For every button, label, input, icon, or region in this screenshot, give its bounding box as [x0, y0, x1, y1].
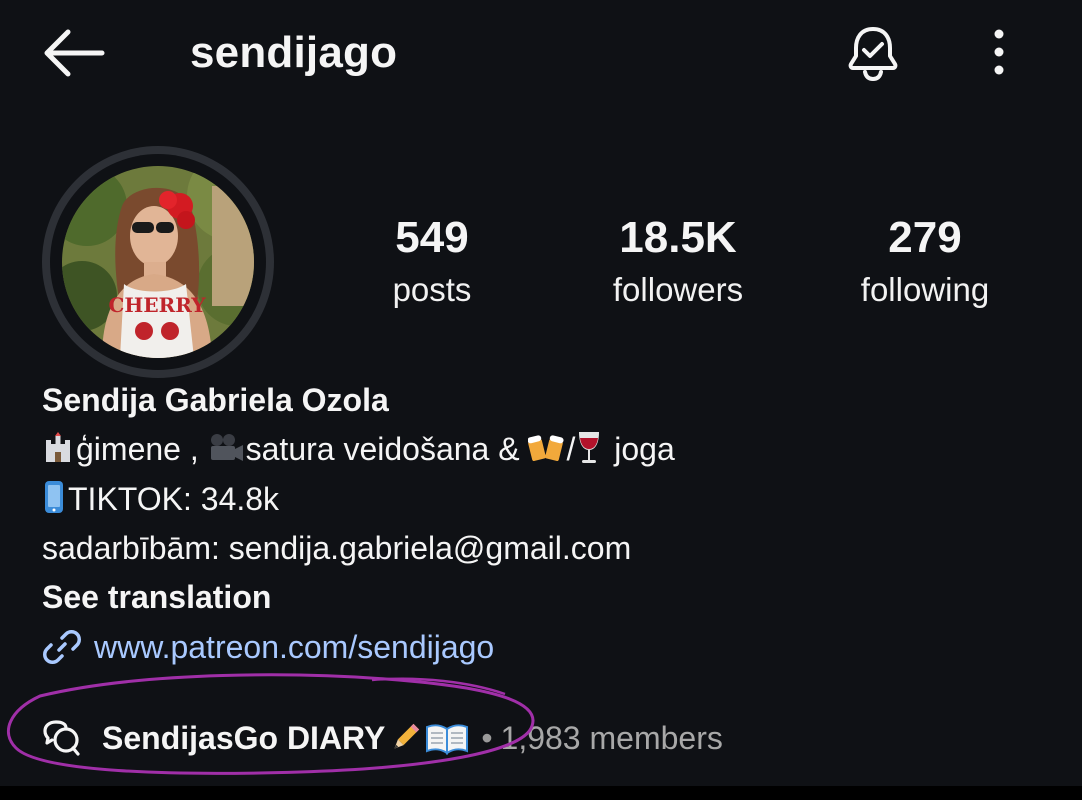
full-name: Sendija Gabriela Ozola [42, 382, 389, 418]
link-icon [43, 630, 81, 664]
link-url: www.patreon.com/sendijago [94, 629, 495, 665]
stat-posts[interactable]: 549 posts [312, 210, 552, 318]
clinking-beer-mugs-emoji-icon [528, 435, 565, 461]
bio-text: TIKTOK: 34.8k [68, 481, 280, 517]
stat-label: followers [612, 271, 744, 308]
chat-bubbles-icon [43, 720, 80, 756]
stat-followers[interactable]: 18.5K followers [558, 210, 798, 318]
svg-text:CHERRY: CHERRY [109, 293, 207, 317]
notifications-button[interactable] [843, 22, 903, 82]
back-button[interactable] [40, 26, 106, 80]
movie-camera-emoji-icon [210, 434, 243, 461]
stat-value: 279 [888, 213, 962, 262]
pencil-emoji-icon [394, 723, 420, 749]
bio-text: satura veidošana & [245, 431, 529, 467]
broadcast-channel[interactable]: SendijasGo DIARY • 1,983 members [42, 712, 723, 764]
more-options-button[interactable] [982, 26, 1016, 78]
stat-following[interactable]: 279 following [805, 210, 1045, 318]
bio-text: joga [605, 431, 675, 467]
external-link[interactable]: www.patreon.com/sendijago [42, 622, 494, 672]
see-translation-button[interactable]: See translation [42, 572, 271, 622]
stat-label: following [860, 271, 990, 308]
bell-check-icon [848, 27, 898, 82]
bio-contact-line: sadarbībām: sendija.gabriela@gmail.com [42, 530, 632, 566]
bio-line: ģimene , satura veidošana & / joga [42, 424, 675, 474]
bio-text: ģimene , [76, 431, 208, 467]
stat-label: posts [392, 271, 472, 308]
wine-glass-emoji-icon [579, 432, 600, 463]
bio-text: / [566, 431, 576, 467]
avatar[interactable]: CHERRY [62, 166, 254, 358]
bottom-edge [0, 786, 1082, 800]
arrow-left-icon [44, 29, 105, 77]
separator-dot: • [481, 719, 493, 756]
channel-members-count: 1,983 members [500, 719, 723, 756]
open-book-emoji-icon [426, 724, 469, 755]
stat-value: 18.5K [619, 213, 737, 262]
profile-username: sendijago [190, 28, 398, 77]
channel-name: SendijasGo DIARY [102, 719, 386, 756]
stat-value: 549 [395, 213, 469, 262]
mobile-phone-emoji-icon [45, 481, 63, 513]
more-vertical-icon [994, 29, 1004, 75]
profile-photo: CHERRY [62, 166, 254, 358]
castle-emoji-icon [46, 432, 70, 462]
bio-line: TIKTOK: 34.8k [42, 474, 279, 524]
